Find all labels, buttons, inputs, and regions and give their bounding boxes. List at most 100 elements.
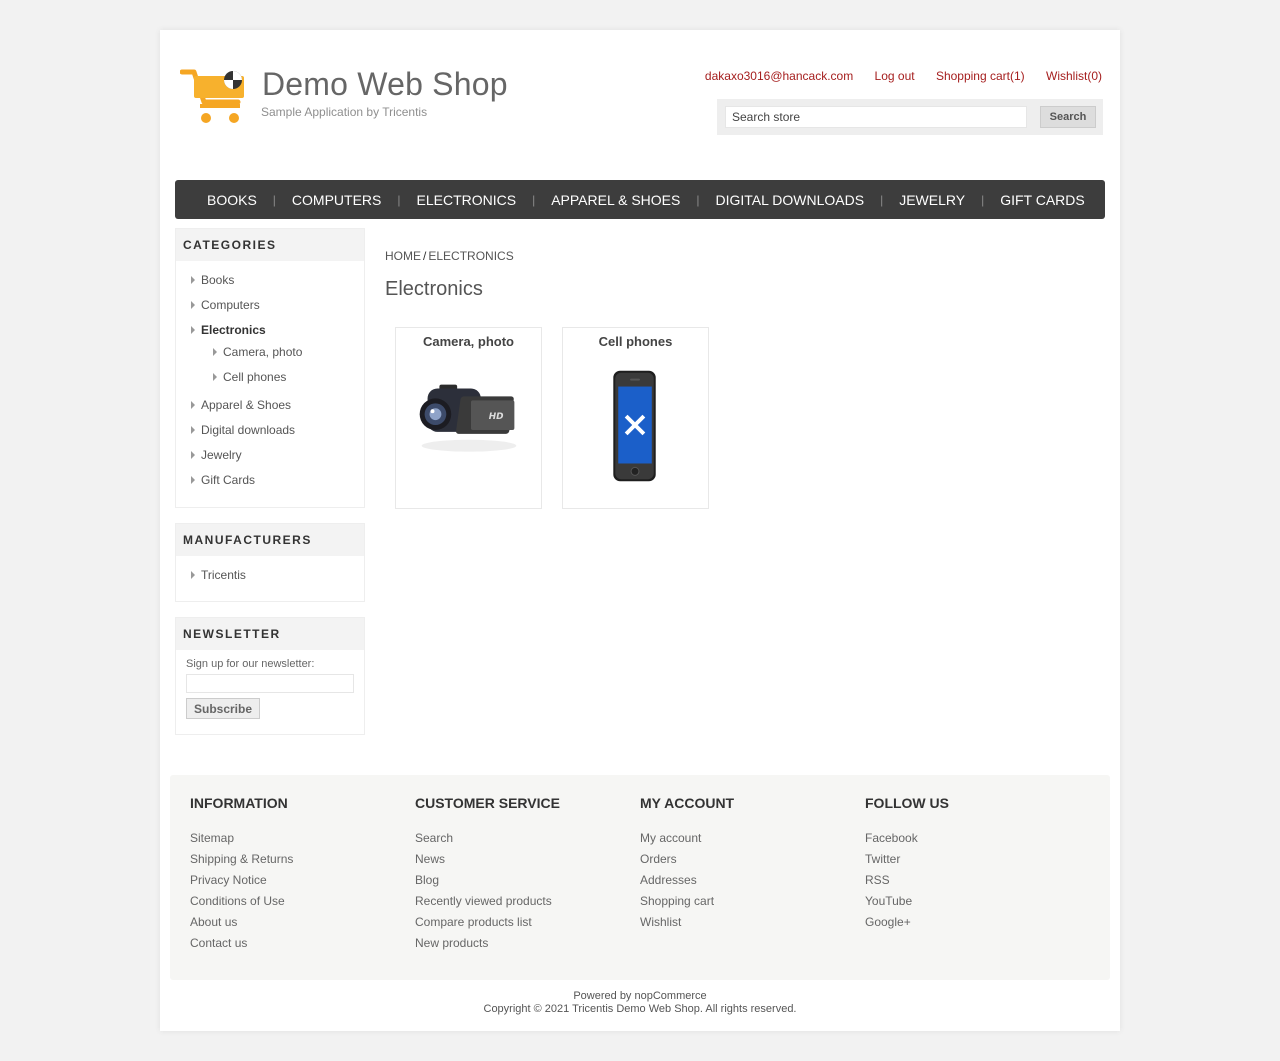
category-link-gift-cards[interactable]: Gift Cards [201,473,255,487]
footer-link-google-plus[interactable]: Google+ [865,915,911,929]
subcategory-item: Camera, photo [213,345,302,359]
footer-link-wishlist[interactable]: Wishlist [640,915,681,929]
menu-item-gift-cards[interactable]: GIFT CARDS [988,192,1097,208]
breadcrumb-current: ELECTRONICS [428,249,514,263]
menu-item-electronics[interactable]: ELECTRONICS [405,192,529,208]
footer-list-item: Google+ [865,915,1075,936]
footer-link-new-products[interactable]: New products [415,936,488,950]
account-link[interactable]: dakaxo3016@hancack.com [705,69,853,83]
footer-link-contact-us[interactable]: Contact us [190,936,247,950]
footer-list-item: News [415,852,625,873]
footer-link-shopping-cart[interactable]: Shopping cart [640,894,714,908]
menu-item-apparel-shoes[interactable]: APPAREL & SHOES [539,192,692,208]
footer-link-news[interactable]: News [415,852,445,866]
footer-list-item: Sitemap [190,831,400,852]
footer-list: Search News Blog Recently viewed product… [415,831,625,957]
footer-link-conditions-of-use[interactable]: Conditions of Use [190,894,285,908]
footer-link-recently-viewed[interactable]: Recently viewed products [415,894,552,908]
subcategory-item: Cell phones [213,370,286,384]
category-link-computers[interactable]: Computers [201,298,260,312]
footer-heading: FOLLOW US [865,795,949,811]
footer-column-customer-service: CUSTOMER SERVICE Search News Blog Recent… [415,795,625,957]
subcategory-title-link[interactable]: Camera, photo [396,334,541,349]
footer-link-twitter[interactable]: Twitter [865,852,900,866]
search-input[interactable] [725,106,1027,128]
footer-list-item: About us [190,915,400,936]
category-link-jewelry[interactable]: Jewelry [201,448,242,462]
menu-separator: | [696,192,700,207]
subscribe-button[interactable]: Subscribe [186,698,260,719]
footer-list-item: YouTube [865,894,1075,915]
footer-link-addresses[interactable]: Addresses [640,873,697,887]
manufacturer-link-tricentis[interactable]: Tricentis [201,568,246,582]
footer-column-my-account: MY ACCOUNT My account Orders Addresses S… [640,795,850,936]
footer: INFORMATION Sitemap Shipping & Returns P… [170,775,1110,980]
footer-link-about-us[interactable]: About us [190,915,237,929]
footer-list-item: Blog [415,873,625,894]
logo-link[interactable]: Demo Web Shop [180,66,508,130]
footer-link-my-account[interactable]: My account [640,831,701,845]
search-button[interactable]: Search [1040,106,1096,128]
footer-link-sitemap[interactable]: Sitemap [190,831,234,845]
category-link-books[interactable]: Books [201,273,234,287]
copyright-text: Copyright © 2021 Tricentis Demo Web Shop… [483,1003,797,1015]
subcategory-title-link[interactable]: Cell phones [563,334,708,349]
category-link-cell-phones[interactable]: Cell phones [223,370,286,384]
newsletter-email-input[interactable] [186,674,354,693]
footer-list-item: Conditions of Use [190,894,400,915]
categories-block: CATEGORIES Books Computers Electronics C… [175,228,365,508]
category-link-digital-downloads[interactable]: Digital downloads [201,423,295,437]
footer-link-compare-products[interactable]: Compare products list [415,915,532,929]
footer-list-item: Recently viewed products [415,894,625,915]
footer-link-facebook[interactable]: Facebook [865,831,918,845]
footer-list-item: Search [415,831,625,852]
footer-list: Facebook Twitter RSS YouTube Google+ [865,831,1075,936]
logout-link[interactable]: Log out [875,69,915,83]
footer-link-orders[interactable]: Orders [640,852,677,866]
category-item: Computers [191,298,260,312]
smartphone-image[interactable] [563,366,708,486]
arrow-right-icon [191,476,195,484]
menu-item-jewelry[interactable]: JEWELRY [887,192,977,208]
newsletter-label: Sign up for our newsletter: [186,658,315,670]
category-link-camera-photo[interactable]: Camera, photo [223,345,302,359]
arrow-right-icon [191,276,195,284]
search-box: Search [717,99,1103,135]
footer-link-blog[interactable]: Blog [415,873,439,887]
footer-column-follow-us: FOLLOW US Facebook Twitter RSS YouTube G… [865,795,1075,936]
shopping-cart-logo-icon [180,69,244,123]
menu-separator: | [880,192,884,207]
subcategory-card-cell-phones[interactable]: Cell phones [562,327,709,509]
menu-item-computers[interactable]: COMPUTERS [280,192,393,208]
camcorder-image[interactable]: HD [396,366,541,486]
category-item: Digital downloads [191,423,295,437]
arrow-right-icon [213,373,217,381]
shopping-cart-link[interactable]: Shopping cart(1) [936,69,1025,83]
menu-item-digital-downloads[interactable]: DIGITAL DOWNLOADS [704,192,877,208]
arrow-right-icon [191,301,195,309]
arrow-right-icon [191,401,195,409]
footer-list: Sitemap Shipping & Returns Privacy Notic… [190,831,400,957]
menu-item-books[interactable]: BOOKS [195,192,269,208]
subcategory-card-camera-photo[interactable]: Camera, photo HD [395,327,542,509]
wishlist-link[interactable]: Wishlist(0) [1046,69,1102,83]
footer-link-shipping-returns[interactable]: Shipping & Returns [190,852,293,866]
footer-link-privacy-notice[interactable]: Privacy Notice [190,873,267,887]
category-link-apparel-shoes[interactable]: Apparel & Shoes [201,398,291,412]
arrow-right-icon [191,571,195,579]
breadcrumb-home-link[interactable]: HOME [385,249,421,263]
menu-separator: | [532,192,536,207]
category-link-electronics[interactable]: Electronics [201,323,266,337]
footer-link-youtube[interactable]: YouTube [865,894,912,908]
footer-heading: INFORMATION [190,795,288,811]
header-links: dakaxo3016@hancack.com Log out Shopping … [687,69,1102,83]
footer-link-rss[interactable]: RSS [865,873,890,887]
menu-separator: | [272,192,276,207]
footer-link-search[interactable]: Search [415,831,453,845]
arrow-right-icon [191,326,195,334]
footer-column-information: INFORMATION Sitemap Shipping & Returns P… [190,795,400,957]
footer-list-item: RSS [865,873,1075,894]
category-item: Gift Cards [191,473,255,487]
footer-list-item: Shopping cart [640,894,850,915]
newsletter-title: NEWSLETTER [176,618,364,650]
